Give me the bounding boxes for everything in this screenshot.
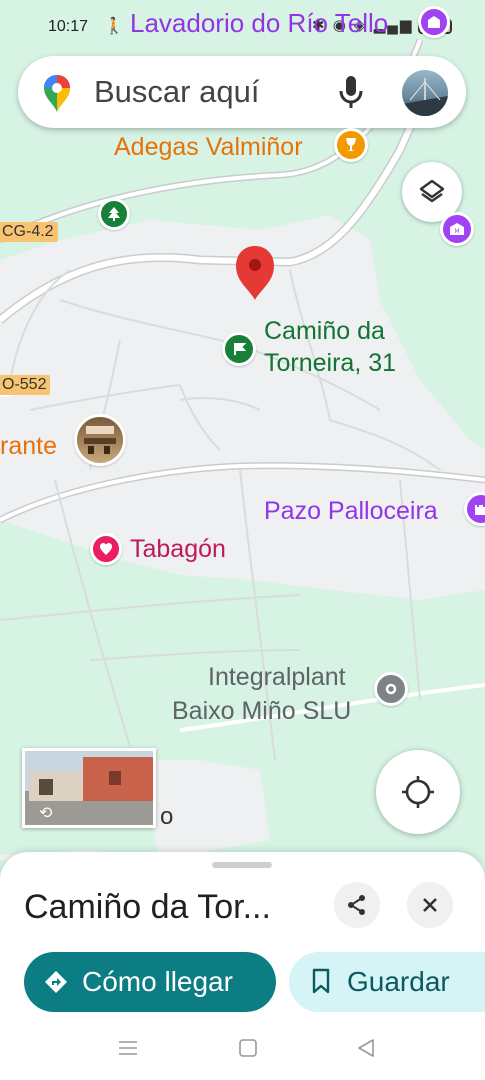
back-icon[interactable] bbox=[356, 1038, 376, 1058]
svg-text:M: M bbox=[454, 228, 459, 235]
directions-icon bbox=[45, 971, 67, 993]
save-button[interactable]: Guardar bbox=[289, 952, 485, 1012]
menu-icon[interactable] bbox=[118, 1038, 138, 1058]
heart-icon[interactable] bbox=[90, 533, 122, 565]
flag-icon[interactable] bbox=[222, 332, 256, 366]
avatar[interactable] bbox=[402, 70, 448, 116]
map-label-lavadorio[interactable]: Lavadorio do Río Tello bbox=[130, 8, 388, 38]
status-time: 10:17 bbox=[48, 18, 89, 35]
place-title: Camiño da Tor... bbox=[24, 888, 271, 926]
map-label-adegas[interactable]: Adegas Valmiñor bbox=[114, 132, 303, 162]
search-bar[interactable]: Buscar aquí bbox=[18, 56, 466, 128]
walking-icon: 🚶 bbox=[104, 18, 124, 35]
map-label-integral-line1[interactable]: Integralplant bbox=[208, 662, 346, 692]
restaurant-photo[interactable] bbox=[74, 414, 126, 466]
map-label-camino-line1[interactable]: Camiño da bbox=[264, 316, 385, 346]
close-icon bbox=[423, 898, 437, 912]
map-canvas[interactable] bbox=[0, 0, 485, 860]
save-label: Guardar bbox=[347, 966, 450, 997]
map-label-pazo[interactable]: Pazo Palloceira bbox=[264, 496, 438, 526]
layers-icon bbox=[419, 179, 445, 203]
bookmark-icon bbox=[312, 968, 330, 994]
drag-handle[interactable] bbox=[212, 862, 272, 868]
360-rotate-icon: ⟲ bbox=[39, 805, 53, 822]
map-label-partial: o bbox=[160, 803, 174, 830]
museum-icon[interactable]: M bbox=[440, 212, 474, 246]
wine-glass-icon[interactable] bbox=[334, 128, 368, 162]
map-label-camino-line2[interactable]: Torneira, 31 bbox=[264, 348, 396, 378]
share-icon bbox=[348, 895, 365, 915]
directions-button[interactable]: Cómo llegar bbox=[24, 952, 276, 1012]
search-input[interactable]: Buscar aquí bbox=[94, 74, 259, 110]
road-badge-cg: CG-4.2 bbox=[0, 222, 58, 242]
place-dot-icon[interactable] bbox=[374, 672, 408, 706]
crosshair-icon bbox=[402, 776, 434, 808]
directions-label: Cómo llegar bbox=[82, 966, 233, 997]
map-label-tabagon[interactable]: Tabagón bbox=[130, 534, 226, 564]
street-view-thumbnail[interactable]: ⟲ bbox=[22, 748, 156, 828]
close-button[interactable] bbox=[407, 882, 453, 928]
share-button[interactable] bbox=[334, 882, 380, 928]
system-nav-bar bbox=[0, 1024, 485, 1080]
home-icon[interactable] bbox=[238, 1038, 258, 1058]
museum-poi-icon[interactable] bbox=[418, 6, 450, 38]
tree-icon[interactable] bbox=[98, 198, 130, 230]
map-label-integral-line2[interactable]: Baixo Miño SLU bbox=[172, 696, 351, 726]
microphone-icon[interactable] bbox=[336, 74, 366, 110]
road-badge-po: O-552 bbox=[0, 375, 51, 395]
my-location-button[interactable] bbox=[376, 750, 460, 834]
map-label-restaurante[interactable]: rante bbox=[0, 431, 57, 461]
google-maps-logo-icon bbox=[44, 75, 70, 112]
